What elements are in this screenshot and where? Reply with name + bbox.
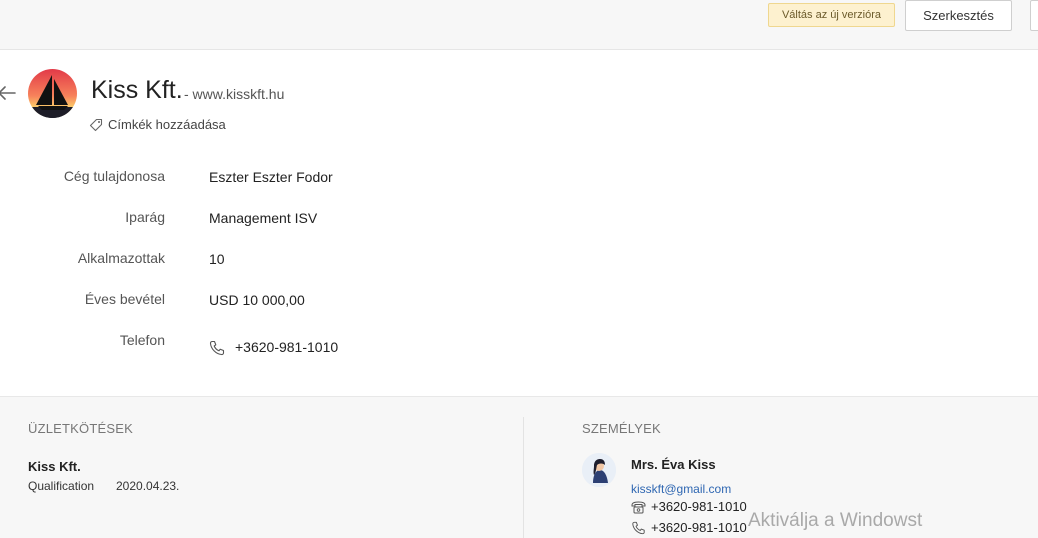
person-email-link[interactable]: kisskft@gmail.com <box>631 482 731 496</box>
deal-name[interactable]: Kiss Kft. <box>28 459 81 474</box>
woman-avatar-icon <box>582 453 616 487</box>
field-value-industry[interactable]: Management ISV <box>209 210 317 226</box>
person-avatar <box>582 453 616 487</box>
field-value-phone[interactable]: +3620-981-1010 <box>209 337 338 356</box>
add-tags-button[interactable]: Címkék hozzáadása <box>89 117 226 132</box>
people-section-title: SZEMÉLYEK <box>582 421 661 436</box>
phone-icon <box>209 340 225 356</box>
field-label-employees: Alkalmazottak <box>77 250 165 266</box>
person-name[interactable]: Mrs. Éva Kiss <box>631 457 716 472</box>
field-label-owner: Cég tulajdonosa <box>63 168 165 184</box>
back-arrow-icon[interactable] <box>0 83 16 103</box>
person-phone-number: +3620-981-1010 <box>651 499 747 514</box>
field-value-revenue[interactable]: USD 10 000,00 <box>209 292 305 308</box>
field-value-owner[interactable]: Eszter Eszter Fodor <box>209 169 333 185</box>
person-mobile-number: +3620-981-1010 <box>651 520 747 535</box>
person-mobile[interactable]: +3620-981-1010 <box>631 520 747 535</box>
sailboat-icon <box>28 69 77 118</box>
tag-icon <box>89 118 103 131</box>
windows-activation-watermark: Aktiválja a Windowst <box>748 510 923 531</box>
field-label-phone: Telefon <box>119 332 165 348</box>
phone-number: +3620-981-1010 <box>235 338 339 355</box>
phone-icon <box>632 521 645 534</box>
deal-date: 2020.04.23. <box>116 479 180 493</box>
deal-stage: Qualification <box>28 479 95 493</box>
deals-section-title: ÜZLETKÖTÉSEK <box>28 421 133 436</box>
field-label-industry: Iparág <box>125 209 165 225</box>
switch-version-button[interactable]: Váltás az új verzióra <box>768 3 895 27</box>
add-tags-label: Címkék hozzáadása <box>108 117 226 132</box>
company-avatar <box>28 69 77 118</box>
edit-button[interactable]: Szerkesztés <box>905 0 1012 31</box>
company-name: Kiss Kft. <box>91 76 183 104</box>
landline-phone-icon <box>631 500 646 513</box>
company-website-link[interactable]: - www.kisskft.hu <box>184 85 284 103</box>
field-label-revenue: Éves bevétel <box>84 291 165 307</box>
field-value-employees[interactable]: 10 <box>209 251 225 267</box>
person-phone[interactable]: +3620-981-1010 <box>631 499 747 514</box>
top-toolbar: Váltás az új verzióra Szerkesztés <box>0 0 1038 50</box>
panel-divider <box>523 417 524 538</box>
more-button[interactable] <box>1030 0 1038 31</box>
